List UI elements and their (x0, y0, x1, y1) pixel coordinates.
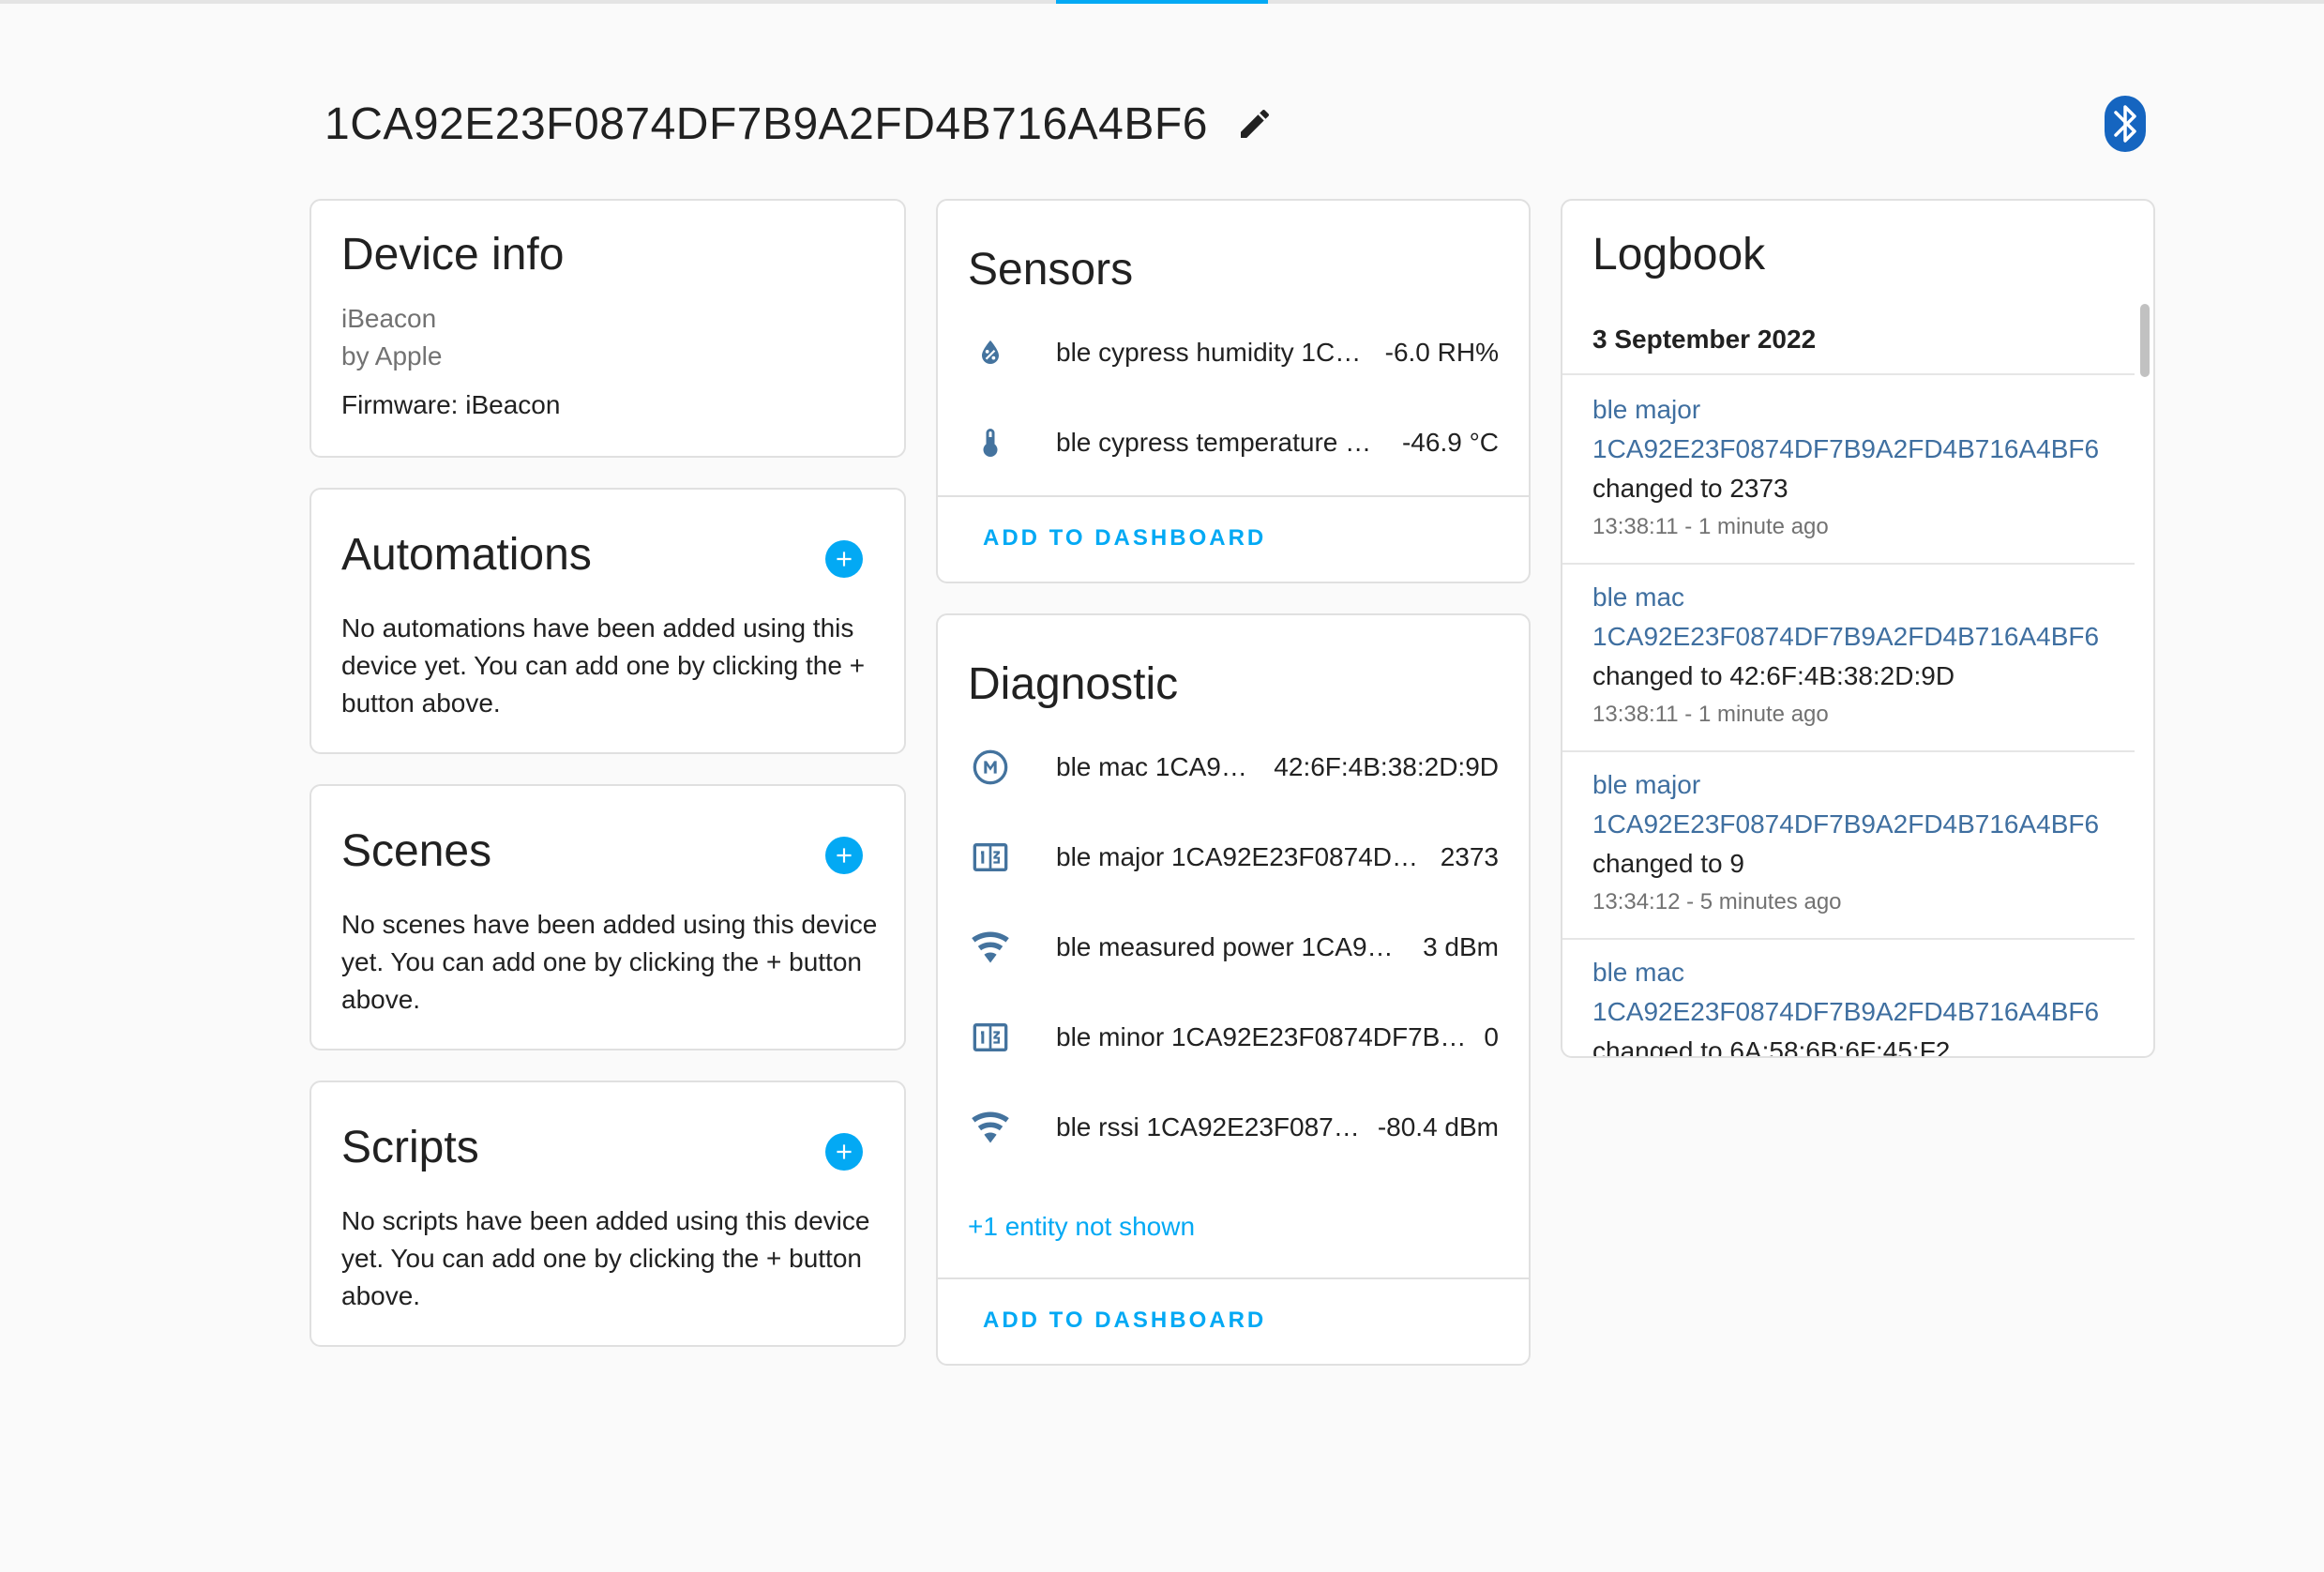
alpha-m-circle-icon (973, 749, 1008, 785)
log-entity-name: ble major (1592, 770, 1701, 799)
sensor-name: ble cypress temperature 1CA92E23F0874DF7… (1056, 428, 1385, 457)
diagnostic-row-minor[interactable]: ble minor 1CA92E23F0874DF7B9A2FD4B716A4B… (968, 1004, 1499, 1071)
log-separator (1562, 938, 2135, 940)
diagnostic-row-rssi[interactable]: ble rssi 1CA92E23F0874DF7B9A2FD4B716A4BF… (968, 1094, 1499, 1161)
automations-card: Automations No automations have been add… (309, 488, 906, 754)
numeric-icon (973, 1023, 1008, 1051)
logbook-card: Logbook 3 September 2022 ble major 1CA92E… (1561, 199, 2155, 1058)
log-message: changed to 9 (1592, 849, 1744, 878)
log-entry: ble mac 1CA92E23F0874DF7B9A2FD4B716A4BF6 … (1592, 953, 2135, 1058)
device-info-title: Device info (341, 230, 565, 280)
log-entity-id: 1CA92E23F0874DF7B9A2FD4B716A4BF6 (1592, 622, 2100, 651)
diagnostic-row-major[interactable]: ble major 1CA92E23F0874DF7B9A2FD4B716A4B… (968, 824, 1499, 891)
wifi-icon (972, 931, 1009, 963)
add-script-button[interactable] (825, 1133, 863, 1171)
add-scene-button[interactable] (825, 837, 863, 874)
diagnostic-row-mac[interactable]: ble mac 1CA92E23F0874DF7B9A2FD4B716A4BF6… (968, 733, 1499, 801)
log-time: 13:38:11 - 1 minute ago (1592, 702, 1829, 727)
log-separator (1562, 750, 2135, 752)
diagnostic-value: 2373 (1440, 842, 1499, 871)
diagnostic-value: -80.4 dBm (1377, 1112, 1499, 1141)
scripts-card: Scripts No scripts have been added using… (309, 1081, 906, 1347)
diagnostic-title: Diagnostic (968, 659, 1179, 709)
diagnostic-add-to-dashboard-button[interactable]: ADD TO DASHBOARD (983, 1307, 1266, 1334)
logbook-scrollbar[interactable] (2140, 304, 2150, 377)
plus-icon (837, 848, 852, 863)
automations-title: Automations (341, 530, 592, 580)
device-firmware: Firmware: iBeacon (341, 390, 561, 419)
sensors-title: Sensors (968, 245, 1134, 295)
water-percent-icon (982, 340, 999, 364)
diagnostic-name: ble mac 1CA92E23F0874DF7B9A2FD4B716A4BF6 (1056, 752, 1257, 781)
sensors-card: Sensors ble cypress humidity 1CA92E23F08… (936, 199, 1531, 583)
device-info-card: Device info iBeacon by Apple Firmware: i… (309, 199, 906, 458)
logbook-title: Logbook (1592, 230, 1766, 280)
diagnostic-value: 0 (1484, 1022, 1499, 1051)
log-entity-name: ble mac (1592, 582, 1685, 612)
device-model: iBeacon (341, 304, 437, 333)
log-entry: ble mac 1CA92E23F0874DF7B9A2FD4B716A4BF6 … (1592, 578, 2135, 732)
device-manufacturer: by Apple (341, 341, 443, 370)
log-time: 13:34:12 - 5 minutes ago (1592, 889, 1842, 914)
plus-icon (837, 1144, 852, 1159)
sensor-value: -6.0 RH% (1384, 338, 1499, 367)
thermometer-icon (983, 429, 998, 457)
log-message: changed to 6A:58:6B:6F:45:F2 (1592, 1036, 1951, 1058)
diagnostic-card: Diagnostic ble mac 1CA92E23F0874DF7B9A2F… (936, 613, 1531, 1366)
log-entry: ble major 1CA92E23F0874DF7B9A2FD4B716A4BF… (1592, 765, 2135, 919)
log-entity-link[interactable]: ble mac 1CA92E23F0874DF7B9A2FD4B716A4BF6 (1592, 578, 2135, 657)
pencil-icon (1240, 109, 1269, 138)
diagnostic-name: ble major 1CA92E23F0874DF7B9A2FD4B716A4B… (1056, 842, 1424, 871)
log-separator (1562, 373, 2135, 375)
page-header: 1CA92E23F0874DF7B9A2FD4B716A4BF6 (324, 90, 1275, 158)
scripts-empty-text: No scripts have been added using this de… (341, 1206, 870, 1310)
active-tab-underline (1056, 0, 1268, 4)
diagnostic-value: 42:6F:4B:38:2D:9D (1274, 752, 1499, 781)
numeric-icon (973, 843, 1008, 871)
diagnostic-name: ble measured power 1CA92E23F0874DF7B9A2F… (1056, 932, 1406, 961)
page-title: 1CA92E23F0874DF7B9A2FD4B716A4BF6 (324, 98, 1208, 149)
scenes-empty-text: No scenes have been added using this dev… (341, 910, 878, 1014)
sensors-add-to-dashboard-button[interactable]: ADD TO DASHBOARD (983, 525, 1266, 552)
card-divider (938, 1277, 1529, 1279)
sensor-value: -46.9 °C (1401, 428, 1499, 457)
scenes-title: Scenes (341, 826, 492, 876)
automations-empty-text: No automations have been added using thi… (341, 613, 866, 718)
diagnostic-value: 3 dBm (1423, 932, 1499, 961)
diagnostic-row-measured-power[interactable]: ble measured power 1CA92E23F0874DF7B9A2F… (968, 914, 1499, 981)
log-entity-id: 1CA92E23F0874DF7B9A2FD4B716A4BF6 (1592, 434, 2100, 463)
scenes-card: Scenes No scenes have been added using t… (309, 784, 906, 1051)
log-entity-id: 1CA92E23F0874DF7B9A2FD4B716A4BF6 (1592, 809, 2100, 839)
log-message: changed to 42:6F:4B:38:2D:9D (1592, 661, 1955, 690)
sensor-name: ble cypress humidity 1CA92E23F0874DF7B9A… (1056, 338, 1368, 367)
card-divider (938, 495, 1529, 497)
log-entity-name: ble major (1592, 395, 1701, 424)
sensor-row-humidity[interactable]: ble cypress humidity 1CA92E23F0874DF7B9A… (968, 319, 1499, 386)
log-time: 13:38:11 - 1 minute ago (1592, 514, 1829, 539)
scripts-title: Scripts (341, 1123, 479, 1172)
entity-not-shown-link[interactable]: +1 entity not shown (968, 1212, 1195, 1242)
log-entry: ble major 1CA92E23F0874DF7B9A2FD4B716A4BF… (1592, 390, 2135, 544)
add-automation-button[interactable] (825, 540, 863, 578)
log-entity-name: ble mac (1592, 958, 1685, 987)
log-separator (1562, 563, 2135, 565)
log-entity-id: 1CA92E23F0874DF7B9A2FD4B716A4BF6 (1592, 997, 2100, 1026)
log-entity-link[interactable]: ble major 1CA92E23F0874DF7B9A2FD4B716A4BF… (1592, 390, 2135, 469)
plus-icon (837, 552, 852, 567)
diagnostic-name: ble minor 1CA92E23F0874DF7B9A2FD4B716A4B… (1056, 1022, 1467, 1051)
log-entity-link[interactable]: ble major 1CA92E23F0874DF7B9A2FD4B716A4BF… (1592, 765, 2135, 844)
sensor-row-temperature[interactable]: ble cypress temperature 1CA92E23F0874DF7… (968, 409, 1499, 476)
log-entity-link[interactable]: ble mac 1CA92E23F0874DF7B9A2FD4B716A4BF6 (1592, 953, 2135, 1032)
log-message: changed to 2373 (1592, 474, 1788, 503)
top-tab-indicator (0, 0, 2324, 4)
bluetooth-icon (2105, 96, 2146, 152)
wifi-icon (972, 1111, 1009, 1143)
diagnostic-name: ble rssi 1CA92E23F0874DF7B9A2FD4B716A4BF… (1056, 1112, 1361, 1141)
edit-name-button[interactable] (1234, 103, 1275, 144)
logbook-date: 3 September 2022 (1592, 325, 1817, 354)
